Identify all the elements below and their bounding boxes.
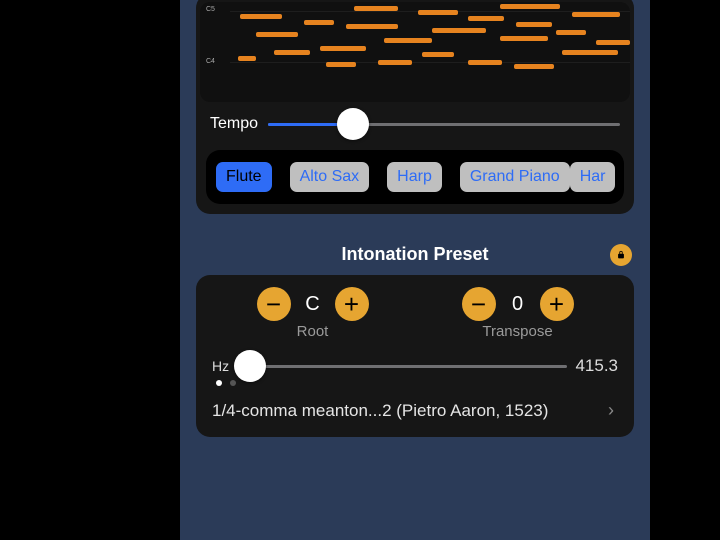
page-dot-0[interactable] xyxy=(216,380,222,386)
instrument-harpsichord[interactable]: Har xyxy=(570,162,616,192)
hz-row: Hz 415.3 xyxy=(206,342,624,378)
hz-value: 415.3 xyxy=(575,356,618,376)
intonation-title: Intonation Preset xyxy=(341,244,488,265)
instrument-grand-piano[interactable]: Grand Piano xyxy=(460,162,570,192)
tempo-label: Tempo xyxy=(210,115,258,133)
root-value: C xyxy=(301,293,325,316)
intonation-header: Intonation Preset xyxy=(196,244,634,265)
instrument-picker[interactable]: Flute Alto Sax Harp Grand Piano Har xyxy=(206,150,624,204)
page-indicator[interactable] xyxy=(206,378,624,392)
instrument-alto-sax[interactable]: Alto Sax xyxy=(290,162,370,192)
preset-selector[interactable]: 1/4-comma meanton...2 (Pietro Aaron, 152… xyxy=(206,392,624,427)
hz-label: Hz xyxy=(212,358,229,374)
transpose-increment-button[interactable]: + xyxy=(540,287,574,321)
intonation-card: − C + Root − 0 + Transpose Hz 415.3 xyxy=(196,275,634,437)
hz-slider-thumb[interactable] xyxy=(234,350,266,382)
root-label: Root xyxy=(297,323,329,340)
transpose-stepper: − 0 + Transpose xyxy=(462,287,574,340)
page-dot-1[interactable] xyxy=(230,380,236,386)
transpose-value: 0 xyxy=(506,293,530,316)
tempo-slider-thumb[interactable] xyxy=(337,108,369,140)
root-increment-button[interactable]: + xyxy=(335,287,369,321)
root-stepper: − C + Root xyxy=(257,287,369,340)
note-axis-label: C4 xyxy=(206,58,215,65)
piano-roll[interactable]: C5 C4 xyxy=(200,2,630,102)
hz-slider[interactable] xyxy=(237,365,567,368)
tempo-slider[interactable] xyxy=(268,110,620,138)
root-decrement-button[interactable]: − xyxy=(257,287,291,321)
chevron-right-icon: › xyxy=(608,400,614,421)
instrument-harp[interactable]: Harp xyxy=(387,162,442,192)
instrument-flute[interactable]: Flute xyxy=(216,162,272,192)
transpose-decrement-button[interactable]: − xyxy=(462,287,496,321)
app-screen: C5 C4 xyxy=(180,0,650,540)
playback-card: C5 C4 xyxy=(196,0,634,214)
transpose-label: Transpose xyxy=(482,323,552,340)
preset-name: 1/4-comma meanton...2 (Pietro Aaron, 152… xyxy=(212,401,548,421)
tempo-row: Tempo xyxy=(206,108,624,146)
lock-icon[interactable] xyxy=(610,244,632,266)
note-axis-label: C5 xyxy=(206,6,215,13)
